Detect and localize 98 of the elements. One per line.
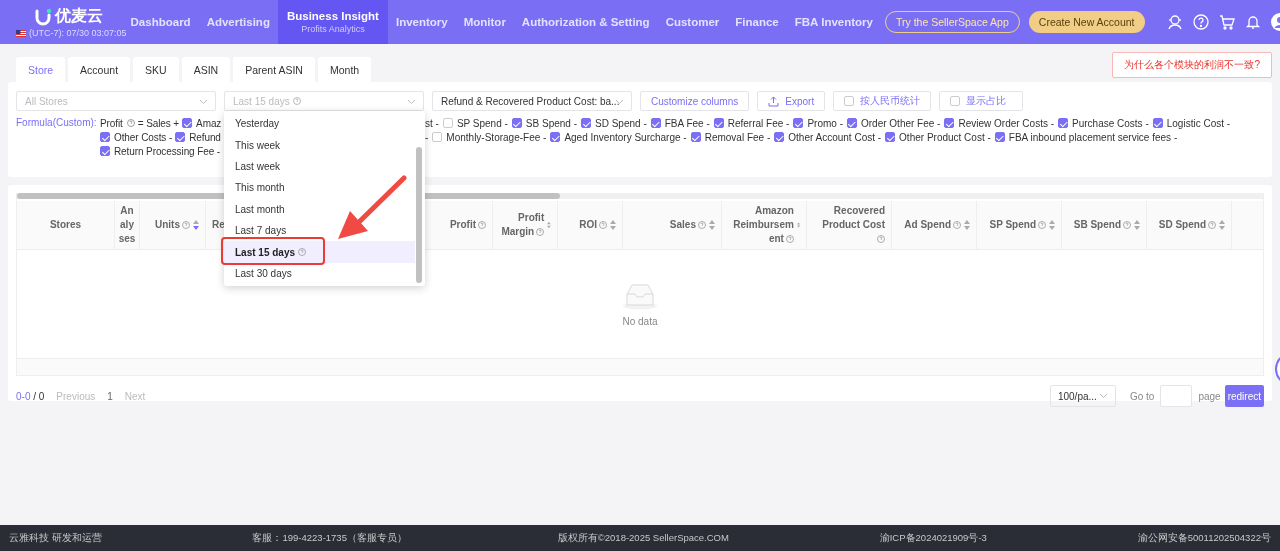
- sort-icon[interactable]: [1049, 220, 1055, 230]
- date-option[interactable]: Last month: [224, 198, 415, 220]
- formula-text: Profit: [100, 117, 135, 129]
- formula-label: Formula(Custom):: [16, 117, 98, 130]
- formula-checkbox[interactable]: FBA Fee -: [650, 117, 710, 129]
- sort-icon[interactable]: [547, 220, 551, 230]
- view-tab[interactable]: Parent ASIN: [233, 57, 315, 82]
- range-text: 0-0 / 0: [16, 390, 45, 402]
- page-input[interactable]: [1160, 385, 1193, 407]
- logo-text: 优麦云: [55, 6, 103, 26]
- export-button[interactable]: Export: [757, 91, 826, 111]
- formula-checkbox[interactable]: Other Costs -: [100, 131, 173, 143]
- column-header: Analyses: [118, 204, 136, 246]
- logo-icon: [34, 7, 52, 26]
- clock-text: (UTC-7): 07/30 03:07:05: [29, 28, 127, 38]
- sort-icon[interactable]: [193, 220, 199, 230]
- date-option[interactable]: Last 30 days: [224, 262, 415, 285]
- formula-checkbox[interactable]: Refund: [175, 131, 221, 143]
- formula-checkbox[interactable]: Review Order Costs -: [944, 117, 1055, 129]
- formula-checkbox[interactable]: SD Spend -: [581, 117, 647, 129]
- formula-checkbox[interactable]: Promo -: [793, 117, 843, 129]
- column-header: Recovered Product Cost: [813, 204, 885, 246]
- help-icon: [292, 97, 301, 105]
- empty-text: No data: [622, 315, 658, 327]
- column-header: Sales: [669, 218, 706, 232]
- formula-checkbox[interactable]: Amaz: [182, 117, 222, 129]
- column-header: Units: [155, 218, 190, 232]
- notice-button[interactable]: 为什么各个模块的利润不一致?: [1112, 52, 1272, 78]
- option-checkbox[interactable]: 按人民币统计: [833, 91, 932, 111]
- column-header: SP Spend: [989, 218, 1046, 232]
- view-tab[interactable]: ASIN: [181, 57, 231, 82]
- chevron-down-icon: [407, 99, 416, 105]
- formula-text: st -: [425, 117, 439, 129]
- footer-text: 客服：199-4223-1735（客服专员）: [252, 531, 407, 545]
- chevron-down-icon: [1098, 393, 1108, 399]
- dropdown-scrollbar[interactable]: [416, 147, 422, 283]
- sort-icon[interactable]: [1219, 220, 1225, 230]
- page-number[interactable]: 1: [107, 390, 113, 402]
- formula-checkbox[interactable]: Logistic Cost -: [1152, 117, 1231, 129]
- customize-columns-button[interactable]: Customize columns: [640, 91, 750, 111]
- goto-label: Go to: [1129, 390, 1155, 402]
- sort-icon[interactable]: [709, 220, 715, 230]
- column-header: SB Spend: [1073, 218, 1131, 232]
- bell-icon[interactable]: [1244, 14, 1261, 30]
- view-tab[interactable]: Account: [68, 57, 131, 82]
- footer-text: 渝公网安备50011202504322号: [1137, 531, 1271, 545]
- create-account-button[interactable]: Create New Account: [1028, 11, 1145, 33]
- footer-text: 云雅科技 研发和运营: [9, 531, 102, 545]
- nav-item[interactable]: Business Insight Profits Analytics: [277, 0, 388, 44]
- empty-inbox-icon: [622, 281, 658, 310]
- sort-icon[interactable]: [796, 220, 800, 230]
- page-size-select[interactable]: 100/pa...: [1049, 385, 1116, 407]
- formula-checkbox[interactable]: Other Account Cost -: [774, 131, 882, 143]
- chevron-down-icon: [199, 99, 208, 105]
- column-header: Profit: [449, 218, 486, 232]
- view-tab[interactable]: SKU: [133, 57, 179, 82]
- column-header: ROI: [579, 218, 607, 232]
- column-header: Profit Margin: [500, 211, 545, 239]
- formula-checkbox[interactable]: SP Spend -: [442, 117, 508, 129]
- column-header: Re: [212, 218, 225, 232]
- footer-text: 渝ICP备2024021909号-3: [879, 531, 987, 545]
- upload-icon: [768, 95, 780, 107]
- sort-icon[interactable]: [610, 220, 616, 230]
- date-option[interactable]: This week: [224, 134, 415, 156]
- formula-checkbox[interactable]: Monthly-Storage-Fee -: [432, 131, 547, 143]
- formula-checkbox[interactable]: Purchase Costs -: [1058, 117, 1149, 129]
- cart-icon[interactable]: [1218, 14, 1235, 30]
- flag-icon: [16, 29, 26, 37]
- footer-text: 版权所有©2018-2025 SellerSpace.COM: [557, 531, 729, 545]
- column-header: Stores: [49, 218, 82, 232]
- formula-text: = Sales +: [137, 117, 180, 129]
- page-label: page: [1198, 390, 1221, 402]
- help-icon[interactable]: [1192, 14, 1209, 30]
- formula-checkbox[interactable]: Aged Inventory Surcharge -: [550, 131, 687, 143]
- formula-checkbox[interactable]: Return Processing Fee -: [100, 145, 221, 157]
- support-icon[interactable]: [1166, 14, 1183, 30]
- formula-checkbox[interactable]: Other Product Cost -: [885, 131, 991, 143]
- sort-icon[interactable]: [964, 220, 970, 230]
- column-header: Amazon Reimbursement: [732, 204, 794, 246]
- formula-checkbox[interactable]: Referral Fee -: [713, 117, 790, 129]
- date-option[interactable]: Last week: [224, 155, 415, 178]
- view-tab[interactable]: Store: [16, 57, 66, 82]
- formula-checkbox[interactable]: SB Spend -: [511, 117, 577, 129]
- cost-select[interactable]: Refund & Recovered Product Cost: ba...: [432, 91, 632, 111]
- column-header: SD Spend: [1158, 218, 1216, 232]
- formula-checkbox[interactable]: Removal Fee -: [690, 131, 771, 143]
- date-option[interactable]: This month: [224, 177, 415, 199]
- redirect-button[interactable]: redirect: [1224, 385, 1264, 407]
- formula-checkbox[interactable]: FBA inbound placement service fees -: [994, 131, 1178, 143]
- date-option[interactable]: Last 15 days: [224, 241, 415, 263]
- formula-checkbox[interactable]: Order Other Fee -: [847, 117, 941, 129]
- sort-icon[interactable]: [1134, 220, 1140, 230]
- formula-text: -: [425, 131, 429, 143]
- column-header: Ad Spend: [904, 218, 961, 232]
- date-option[interactable]: Last 7 days: [224, 219, 415, 242]
- option-checkbox[interactable]: 显示占比: [939, 91, 1024, 111]
- view-tab[interactable]: Month: [317, 57, 372, 82]
- date-option[interactable]: Yesterday: [224, 113, 415, 135]
